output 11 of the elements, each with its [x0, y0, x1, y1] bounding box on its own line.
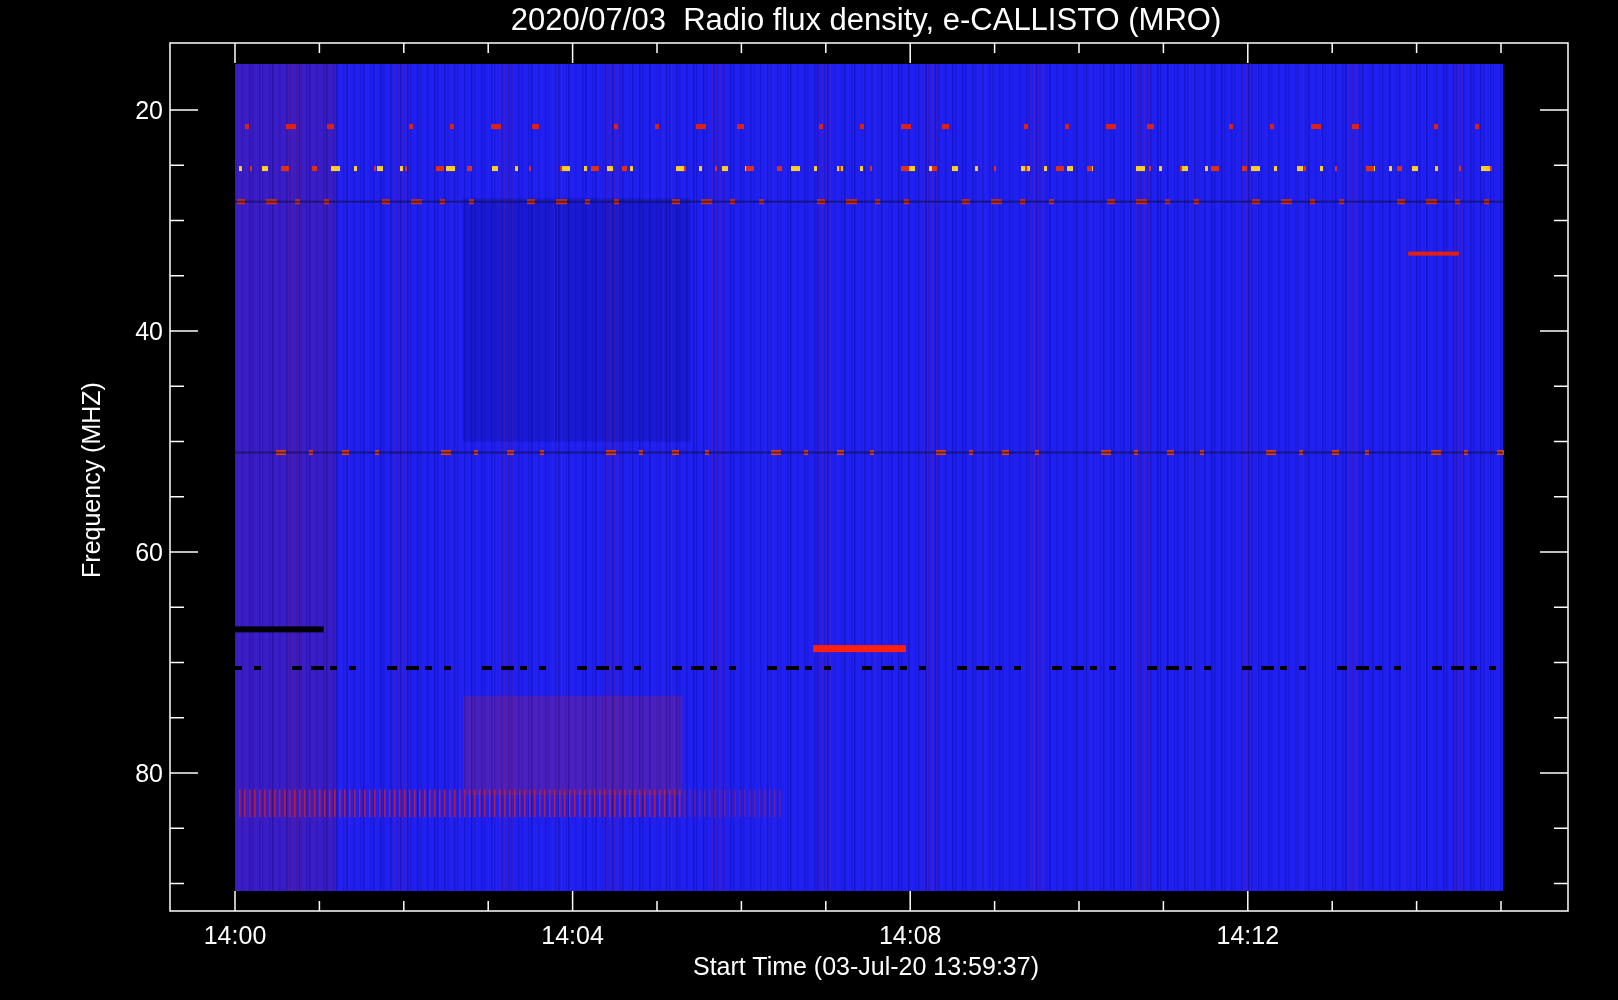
axis-title: Start Time (03-Jul-20 13:59:37) — [693, 952, 1039, 980]
tick-label: 14:04 — [541, 921, 604, 949]
tick-label: 14:12 — [1216, 921, 1280, 949]
tick-label: 60 — [135, 538, 163, 566]
axis-title: Frequency (MHZ) — [77, 382, 105, 578]
tick-label: 14:08 — [878, 921, 942, 949]
tick-label: 80 — [135, 759, 163, 787]
tick-label: 20 — [135, 96, 163, 124]
tick-label: 14:00 — [203, 921, 267, 949]
tick-label: 40 — [135, 317, 163, 345]
chart-title: 2020/07/03 Radio flux density, e-CALLISTO (MRO) — [510, 2, 1222, 37]
